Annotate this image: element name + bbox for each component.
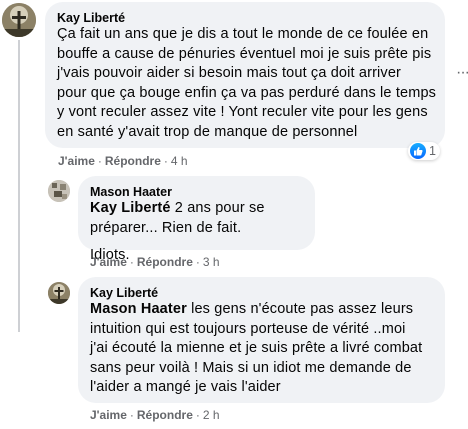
comment-line: intuition qui est toujours porteuse de v… — [90, 320, 406, 337]
reaction-summary[interactable]: 1 — [408, 142, 440, 160]
comment-bubble: Kay Liberté Ça fait un ans que je dis a … — [45, 2, 445, 148]
comment-text: Ça fait un ans que je dis a tout le mond… — [57, 25, 442, 142]
comment-actions: J'aime · Répondre · 3 h — [90, 255, 220, 269]
comment-line: j'vais pouvoir aider si besoin mais tout… — [57, 65, 402, 81]
reply-button[interactable]: Répondre — [105, 154, 161, 168]
like-icon — [410, 143, 426, 159]
separator: · — [163, 154, 168, 168]
separator: · — [97, 154, 102, 168]
comment-line: en santé y'avait trop de manque de perso… — [57, 123, 358, 140]
avatar[interactable] — [48, 180, 70, 202]
comment-line: bouffe a cause de pénuries éventuel moi … — [57, 45, 432, 62]
avatar-image — [2, 3, 36, 37]
avatar[interactable] — [2, 3, 36, 37]
comment-line: pour que ça bouge enfin ça va pas perdur… — [57, 84, 437, 101]
reaction-count: 1 — [429, 144, 436, 158]
separator: · — [195, 408, 200, 422]
like-button[interactable]: J'aime — [90, 255, 127, 269]
comment-actions: J'aime · Répondre · 4 h — [58, 154, 188, 168]
comment-author[interactable]: Kay Liberté — [90, 285, 158, 301]
comment-line: sans peur voilà ! Mais si un idiot me de… — [90, 359, 412, 376]
comment-time[interactable]: 4 h — [171, 154, 188, 168]
avatar[interactable] — [48, 282, 70, 304]
like-button[interactable]: J'aime — [90, 408, 127, 422]
comment-time[interactable]: 3 h — [203, 255, 220, 269]
comment-line: les gens n'écoute pas assez leurs — [186, 301, 414, 317]
avatar-image — [48, 282, 70, 304]
comment-line: y vont reculer assez vite ! Yont reculer… — [57, 104, 428, 120]
mention-link[interactable]: Mason Haater — [90, 301, 187, 317]
comment-author[interactable]: Kay Liberté — [57, 10, 125, 26]
reply-button[interactable]: Répondre — [137, 255, 193, 269]
comment-actions: J'aime · Répondre · 2 h — [90, 408, 220, 422]
comment-line: Ça fait un ans que je dis a tout le mond… — [57, 26, 429, 42]
separator: · — [195, 255, 200, 269]
more-options-icon[interactable]: ··· — [456, 64, 468, 82]
reply-button[interactable]: Répondre — [137, 408, 193, 422]
comment-author[interactable]: Mason Haater — [90, 184, 172, 200]
separator: · — [129, 408, 134, 422]
comment-text: Mason Haater les gens n'écoute pas assez… — [90, 300, 442, 398]
mention-link[interactable]: Kay Liberté — [90, 200, 171, 216]
comment-time[interactable]: 2 h — [203, 408, 220, 422]
reply-bubble: Kay Liberté Mason Haater les gens n'écou… — [78, 277, 445, 403]
separator: · — [129, 255, 134, 269]
comment-line: l'aider a mangé je vais l'aider — [90, 379, 281, 395]
thread-line — [18, 40, 20, 332]
comment-line: j'ai écouté la mienne et je suis prête a… — [90, 340, 423, 356]
reply-bubble: Mason Haater Kay Liberté 2 ans pour se p… — [78, 176, 315, 263]
avatar-image — [48, 180, 70, 202]
like-button[interactable]: J'aime — [58, 154, 95, 168]
